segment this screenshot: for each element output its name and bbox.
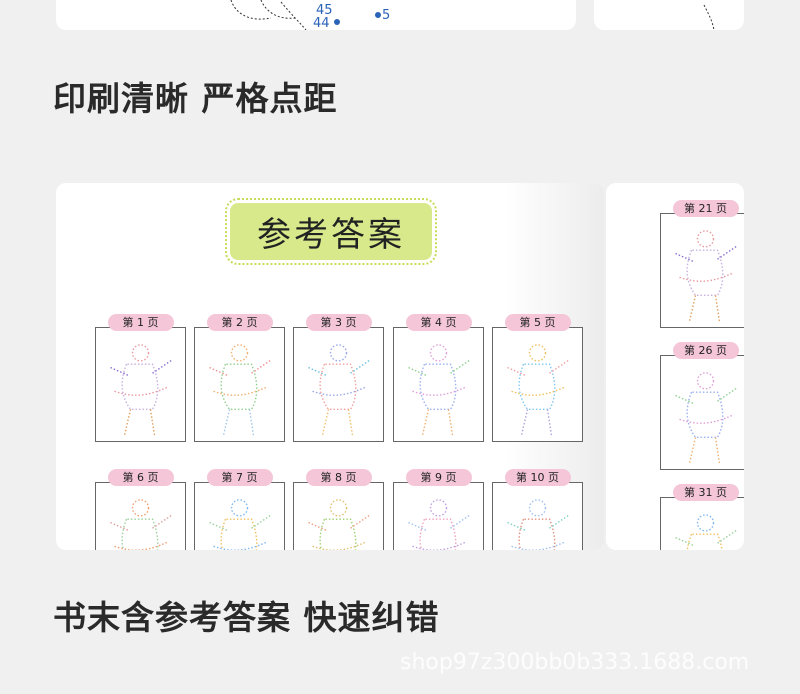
answer-thumbnail-frame bbox=[393, 482, 484, 550]
page-number-label: 第 10 页 bbox=[504, 469, 571, 486]
answer-thumbnail-frame bbox=[293, 482, 384, 550]
page-number-label: 第 21 页 bbox=[672, 200, 739, 217]
page-number-label: 第 8 页 bbox=[305, 469, 372, 486]
answer-thumbnail-frame bbox=[293, 327, 384, 442]
page-number-label: 第 4 页 bbox=[405, 314, 472, 331]
answer-thumbnail-frame bbox=[194, 327, 285, 442]
top-worksheet-card-right bbox=[594, 0, 744, 30]
dot-number-5: 5 bbox=[382, 8, 391, 23]
dot-figure-drawing bbox=[408, 344, 471, 436]
dot-figure-drawing bbox=[110, 499, 173, 550]
dot-figure-drawing bbox=[308, 499, 371, 550]
top-worksheet-card-left: 45 44 5 bbox=[56, 0, 576, 30]
answer-thumbnail-frame bbox=[660, 355, 744, 470]
answer-thumbnail-frame bbox=[660, 497, 744, 550]
page-number-label: 第 3 页 bbox=[305, 314, 372, 331]
answer-key-title: 参考答案 bbox=[225, 198, 437, 265]
page-number-label: 第 5 页 bbox=[504, 314, 571, 331]
answer-key-card: 参考答案 第 1 页 第 2 页 第 3 页 第 4 页 第 5 页 第 6 页 bbox=[56, 183, 604, 550]
page-number-label: 第 26 页 bbox=[672, 342, 739, 359]
dot-figure-drawing bbox=[209, 499, 272, 550]
page-number-label: 第 2 页 bbox=[206, 314, 273, 331]
answer-thumbnail-frame bbox=[194, 482, 285, 550]
dot-figure-drawing bbox=[675, 514, 738, 550]
dot-figure-drawing bbox=[507, 344, 570, 436]
page-number-label: 第 1 页 bbox=[107, 314, 174, 331]
answer-thumbnail-frame bbox=[492, 327, 583, 442]
answer-thumbnail-frame bbox=[393, 327, 484, 442]
dot-number-44: 44 bbox=[313, 16, 330, 30]
answer-thumbnail-frame bbox=[95, 482, 186, 550]
heading-answer-key: 书末含参考答案 快速纠错 bbox=[53, 598, 440, 637]
dot-figure-drawing bbox=[675, 372, 738, 464]
answer-thumbnail-frame bbox=[492, 482, 583, 550]
dot-drawing-fragment-right bbox=[703, 4, 715, 30]
answer-thumbnail-frame bbox=[95, 327, 186, 442]
page-number-label: 第 31 页 bbox=[672, 484, 739, 501]
page-number-label: 第 6 页 bbox=[107, 469, 174, 486]
page-number-label: 第 7 页 bbox=[206, 469, 273, 486]
dot-figure-drawing bbox=[110, 344, 173, 436]
dot-figure-drawing bbox=[507, 499, 570, 550]
watermark: shop97z300bb0b333.1688.com bbox=[400, 650, 750, 675]
answer-key-card-right: 第 21 页 第 26 页 第 31 页 bbox=[606, 183, 744, 550]
dot-figure-drawing bbox=[209, 344, 272, 436]
dot-figure-drawing bbox=[408, 499, 471, 550]
dot-figure-drawing bbox=[308, 344, 371, 436]
heading-print-quality: 印刷清晰 严格点距 bbox=[53, 79, 338, 118]
dot-figure-drawing bbox=[675, 230, 738, 322]
page-number-label: 第 9 页 bbox=[405, 469, 472, 486]
answer-thumbnail-frame bbox=[660, 213, 744, 328]
